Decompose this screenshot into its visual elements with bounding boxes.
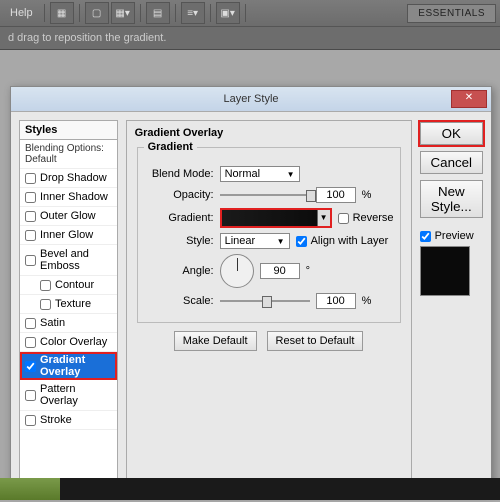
- preview-label: Preview: [435, 230, 474, 242]
- tool-dropdown[interactable]: ▦▾: [111, 2, 135, 24]
- scale-label: Scale:: [144, 295, 214, 307]
- app-toolbar: Help ▦ ▢ ▦▾ ▤ ≡▾ ▣▾ ESSENTIALS: [0, 0, 500, 26]
- effect-checkbox[interactable]: [25, 211, 36, 222]
- effect-checkbox[interactable]: [25, 390, 36, 401]
- deg-label: °: [306, 265, 310, 277]
- effect-inner-glow[interactable]: Inner Glow: [20, 226, 117, 245]
- opacity-label: Opacity:: [144, 189, 214, 201]
- effect-checkbox[interactable]: [25, 415, 36, 426]
- gradient-picker[interactable]: ▼: [220, 208, 332, 228]
- pct-label: %: [362, 189, 372, 201]
- effect-drop-shadow[interactable]: Drop Shadow: [20, 169, 117, 188]
- effect-checkbox[interactable]: [25, 337, 36, 348]
- opacity-input[interactable]: 100: [316, 187, 356, 203]
- effect-stroke[interactable]: Stroke: [20, 411, 117, 430]
- align-checkbox[interactable]: [296, 236, 307, 247]
- gradient-label: Gradient:: [144, 212, 214, 224]
- taskbar: [0, 478, 500, 500]
- make-default-button[interactable]: Make Default: [174, 331, 257, 351]
- effects-list: Blending Options: Default Drop Shadow In…: [19, 140, 118, 483]
- angle-dial[interactable]: [220, 254, 254, 288]
- reverse-checkbox[interactable]: [338, 213, 349, 224]
- effect-contour[interactable]: Contour: [20, 276, 117, 295]
- effect-checkbox[interactable]: [25, 318, 36, 329]
- effect-color-overlay[interactable]: Color Overlay: [20, 333, 117, 352]
- menu-help[interactable]: Help: [10, 7, 33, 19]
- preview-swatch: [420, 246, 470, 296]
- effect-gradient-overlay[interactable]: Gradient Overlay: [20, 352, 117, 380]
- tool-icon[interactable]: ▤: [146, 2, 170, 24]
- angle-input[interactable]: 90: [260, 263, 300, 279]
- section-title: Gradient Overlay: [135, 127, 403, 139]
- blending-options-row[interactable]: Blending Options: Default: [20, 140, 117, 169]
- pct-label: %: [362, 295, 372, 307]
- chevron-down-icon: ▼: [277, 237, 285, 246]
- effect-checkbox[interactable]: [25, 361, 36, 372]
- blendmode-select[interactable]: Normal▼: [220, 166, 300, 182]
- layer-style-dialog: Layer Style ✕ Styles Blending Options: D…: [10, 86, 492, 492]
- dialog-title: Layer Style: [223, 93, 278, 105]
- effect-pattern-overlay[interactable]: Pattern Overlay: [20, 380, 117, 411]
- slider-thumb[interactable]: [262, 296, 272, 308]
- align-label: Align with Layer: [311, 235, 389, 247]
- dialog-titlebar[interactable]: Layer Style ✕: [11, 87, 491, 112]
- effect-satin[interactable]: Satin: [20, 314, 117, 333]
- effect-checkbox[interactable]: [25, 192, 36, 203]
- style-select[interactable]: Linear▼: [220, 233, 290, 249]
- scale-input[interactable]: 100: [316, 293, 356, 309]
- effect-outer-glow[interactable]: Outer Glow: [20, 207, 117, 226]
- options-bar: d drag to reposition the gradient.: [0, 26, 500, 50]
- effect-checkbox[interactable]: [25, 230, 36, 241]
- close-icon[interactable]: ✕: [451, 90, 487, 108]
- tool-dropdown[interactable]: ▣▾: [216, 2, 240, 24]
- effect-checkbox[interactable]: [25, 173, 36, 184]
- opacity-slider[interactable]: [220, 194, 310, 196]
- reverse-label: Reverse: [353, 212, 394, 224]
- blendmode-label: Blend Mode:: [144, 168, 214, 180]
- style-label: Style:: [144, 235, 214, 247]
- styles-header[interactable]: Styles: [19, 120, 118, 140]
- effect-texture[interactable]: Texture: [20, 295, 117, 314]
- tool-dropdown[interactable]: ≡▾: [181, 2, 205, 24]
- chevron-down-icon: ▼: [287, 170, 295, 179]
- ok-button[interactable]: OK: [420, 122, 483, 145]
- effect-checkbox[interactable]: [25, 255, 36, 266]
- reset-default-button[interactable]: Reset to Default: [267, 331, 364, 351]
- new-style-button[interactable]: New Style...: [420, 180, 483, 218]
- tool-icon[interactable]: ▦: [50, 2, 74, 24]
- chevron-down-icon[interactable]: ▼: [317, 210, 330, 226]
- angle-label: Angle:: [144, 265, 214, 277]
- tool-icon[interactable]: ▢: [85, 2, 109, 24]
- scale-slider[interactable]: [220, 300, 310, 302]
- subsection-label: Gradient: [144, 141, 197, 153]
- effect-checkbox[interactable]: [40, 280, 51, 291]
- cancel-button[interactable]: Cancel: [420, 151, 483, 174]
- taskbar-tab[interactable]: [0, 478, 60, 500]
- effect-checkbox[interactable]: [40, 299, 51, 310]
- effect-bevel-emboss[interactable]: Bevel and Emboss: [20, 245, 117, 276]
- effect-inner-shadow[interactable]: Inner Shadow: [20, 188, 117, 207]
- hint-text: d drag to reposition the gradient.: [8, 32, 166, 44]
- slider-thumb[interactable]: [306, 190, 316, 202]
- preview-checkbox[interactable]: [420, 231, 431, 242]
- workspace-switcher[interactable]: ESSENTIALS: [407, 4, 496, 23]
